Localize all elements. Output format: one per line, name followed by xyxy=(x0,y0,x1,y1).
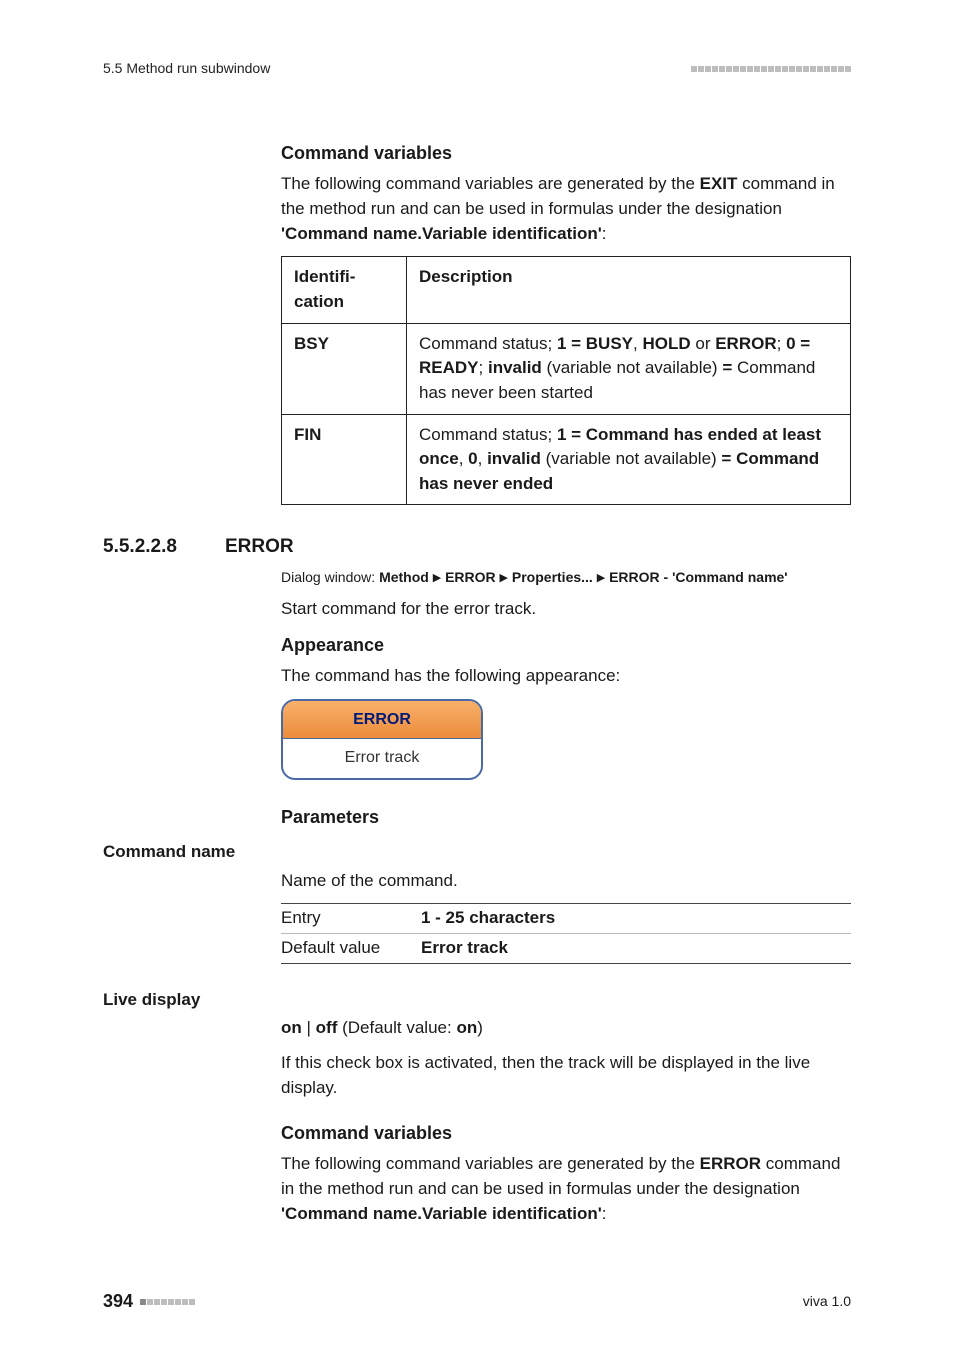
table-header-row: Identifi-cation Description xyxy=(282,257,851,323)
page-number: 394 xyxy=(103,1288,133,1314)
col-identification: Identifi-cation xyxy=(282,257,407,323)
command-variables-intro-2: The following command variables are gene… xyxy=(281,1152,851,1226)
param-live-display-desc: If this check box is activated, then the… xyxy=(281,1051,851,1100)
param-command-name-desc: Name of the command. xyxy=(281,869,851,894)
subsection-title: ERROR xyxy=(225,533,294,561)
spec-row: Entry 1 - 25 characters xyxy=(281,904,851,934)
table-row: BSY Command status; 1 = BUSY, HOLD or ER… xyxy=(282,323,851,414)
param-live-display-value: on | off (Default value: on) xyxy=(281,1016,851,1041)
param-command-name-label: Command name xyxy=(103,840,851,865)
table-row: FIN Command status; 1 = Command has ende… xyxy=(282,414,851,505)
param-command-name-spec: Entry 1 - 25 characters Default value Er… xyxy=(281,903,851,963)
footer-right: viva 1.0 xyxy=(803,1291,851,1311)
error-command-widget: ERROR Error track xyxy=(281,699,483,780)
dialog-breadcrumb: Dialog window: Method ▶ ERROR ▶ Properti… xyxy=(281,567,851,587)
parameters-heading: Parameters xyxy=(281,804,851,830)
bsy-description: Command status; 1 = BUSY, HOLD or ERROR;… xyxy=(407,323,851,414)
command-variables-heading-2: Command variables xyxy=(281,1120,851,1146)
appearance-heading: Appearance xyxy=(281,632,851,658)
subsection-number: 5.5.2.2.8 xyxy=(103,533,225,561)
spec-row: Default value Error track xyxy=(281,934,851,964)
header-dash-decoration xyxy=(690,58,851,78)
col-description: Description xyxy=(407,257,851,323)
running-header-left: 5.5 Method run subwindow xyxy=(103,58,270,78)
command-variables-intro-1: The following command variables are gene… xyxy=(281,172,851,246)
triangle-icon: ▶ xyxy=(433,572,441,584)
triangle-icon: ▶ xyxy=(597,572,605,584)
subsection-header: 5.5.2.2.8 ERROR xyxy=(103,533,851,561)
running-header: 5.5 Method run subwindow xyxy=(103,58,851,78)
footer-dash-decoration xyxy=(139,1291,195,1311)
triangle-icon: ▶ xyxy=(500,572,508,584)
error-intro-line: Start command for the error track. xyxy=(281,597,851,622)
variable-table-1: Identifi-cation Description BSY Command … xyxy=(281,256,851,505)
page-footer: 394 viva 1.0 xyxy=(103,1288,851,1314)
error-widget-header: ERROR xyxy=(283,701,481,739)
command-variables-heading-1: Command variables xyxy=(281,140,851,166)
param-live-display-label: Live display xyxy=(103,988,851,1013)
fin-description: Command status; 1 = Command has ended at… xyxy=(407,414,851,505)
appearance-text: The command has the following appearance… xyxy=(281,664,851,689)
error-widget-body: Error track xyxy=(283,739,481,778)
